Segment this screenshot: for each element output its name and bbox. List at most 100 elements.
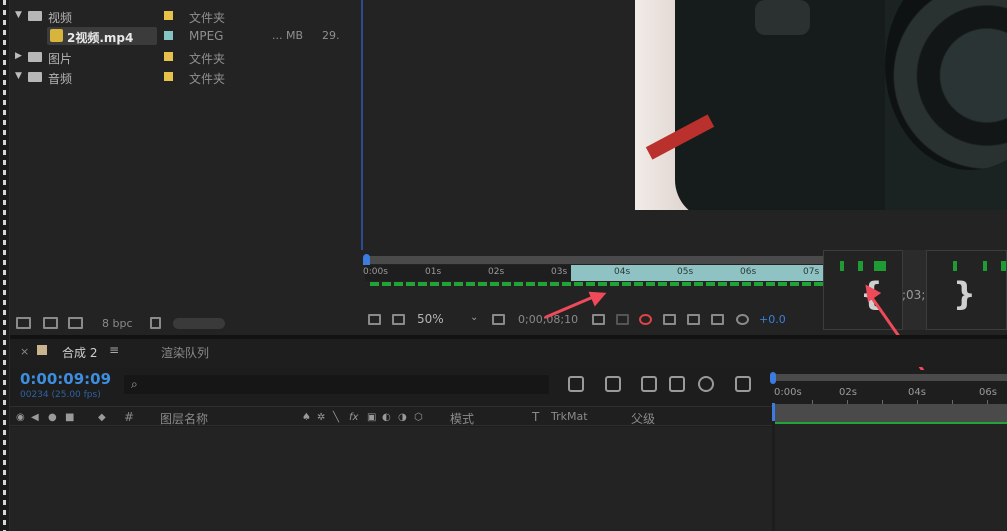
project-item-video-file[interactable]: 2视频.mp4 MPEG ... MB 29. [10, 26, 340, 46]
effects-fx-icon[interactable]: fx [349, 412, 358, 423]
always-preview-icon[interactable] [368, 314, 381, 325]
ruler-tick: 01s [425, 267, 442, 277]
magnification-dropdown[interactable]: 50% [417, 312, 444, 326]
bit-depth-button[interactable]: 8 bpc [102, 317, 133, 330]
current-time-display[interactable]: 0:00:09:09 [20, 370, 111, 388]
item-type: 文件夹 [189, 52, 226, 66]
search-icon: ⌕ [131, 377, 138, 391]
item-type: 文件夹 [189, 11, 226, 25]
folder-icon [28, 52, 42, 62]
column-mode[interactable]: 模式 [450, 410, 474, 427]
quality-switch-icon[interactable]: ╲ [333, 412, 339, 423]
viewer-frame-edge [361, 0, 363, 250]
item-type: 文件夹 [189, 72, 226, 86]
project-item-videos-folder[interactable]: ▼ 视频 文件夹 [10, 6, 340, 26]
collapse-switch-icon[interactable]: ✲ [317, 412, 325, 423]
expand-triangle-icon[interactable]: ▼ [15, 71, 22, 81]
shy-layers-icon[interactable] [641, 376, 657, 392]
cache-mark [983, 261, 987, 271]
ram-preview-cache-bar [370, 282, 827, 286]
graph-editor-icon[interactable] [735, 376, 751, 392]
column-parent[interactable]: 父级 [631, 410, 655, 427]
exposure-value[interactable]: +0.0 [759, 313, 786, 326]
timeline-navigator[interactable] [772, 374, 1007, 381]
toggle-transparency-grid-icon[interactable] [663, 314, 676, 325]
item-name: 视频 [48, 11, 73, 25]
ruler-tick: 02s [488, 267, 505, 277]
expand-triangle-icon[interactable]: ▼ [15, 10, 22, 20]
collapsed-triangle-icon[interactable]: ▶ [15, 51, 22, 61]
3d-view-icon[interactable] [711, 314, 724, 325]
layer-search-input[interactable]: ⌕ [124, 375, 549, 394]
snapshot-camera-icon[interactable] [592, 314, 605, 325]
show-snapshot-icon[interactable] [616, 314, 629, 325]
lock-icon[interactable]: ■ [65, 412, 74, 423]
adjustment-layer-icon[interactable]: ◑ [398, 412, 407, 423]
item-name: 图片 [48, 52, 73, 66]
layer-column-header: ◉ ◀ ● ■ ◆ # 图层名称 ♠ ✲ ╲ fx ▣ ◐ ◑ ⬡ 模式 T T… [10, 406, 772, 426]
dashed-border [3, 0, 6, 531]
time-navigator-start-handle[interactable] [363, 254, 370, 265]
comp-label-swatch [37, 345, 47, 355]
panel-menu-icon[interactable]: ≡ [109, 343, 119, 357]
toggle-mask-visibility-icon[interactable] [687, 314, 700, 325]
folder-icon [28, 72, 42, 82]
label-color-swatch[interactable] [164, 11, 173, 20]
eye-icon[interactable]: ◉ [16, 412, 25, 423]
3d-layer-icon[interactable]: ⬡ [414, 412, 423, 423]
viewer-time-navigator[interactable] [365, 256, 827, 264]
column-trkmat[interactable]: TrkMat [551, 410, 588, 423]
frame-blending-icon[interactable] [669, 376, 685, 392]
item-name: 音频 [48, 72, 73, 86]
new-folder-icon[interactable] [43, 317, 58, 329]
motion-blur-icon[interactable] [698, 376, 714, 392]
zoom-callout-right: } [926, 250, 1007, 330]
solo-icon[interactable]: ● [48, 412, 57, 423]
item-size: ... MB [272, 29, 304, 42]
monitor-icon[interactable] [392, 314, 405, 325]
column-number: # [124, 410, 135, 424]
label-color-swatch[interactable] [164, 52, 173, 61]
item-name: 2视频.mp4 [67, 31, 134, 45]
current-time-indicator[interactable] [772, 403, 775, 421]
audio-icon[interactable]: ◀ [31, 412, 39, 423]
motion-blur-switch-icon[interactable]: ◐ [382, 412, 391, 423]
timeline-tick: 02s [839, 387, 857, 398]
item-duration: 29. [322, 29, 340, 42]
folder-icon [28, 11, 42, 21]
chevron-down-icon[interactable]: ⌄ [470, 312, 478, 323]
comp-flowchart-icon[interactable] [568, 376, 584, 392]
column-layer-name[interactable]: 图层名称 [160, 410, 208, 427]
region-of-interest-icon[interactable] [492, 314, 505, 325]
close-icon[interactable]: × [20, 345, 29, 358]
cache-mark [1001, 261, 1006, 271]
new-composition-icon[interactable] [68, 317, 83, 329]
video-file-icon [50, 29, 63, 42]
label-color-swatch[interactable] [164, 72, 173, 81]
work-area-bar[interactable] [571, 265, 827, 281]
out-point-marker-icon[interactable]: } [953, 275, 976, 313]
ruler-tick: 06s [740, 267, 757, 277]
timeline-tick: 04s [908, 387, 926, 398]
draft-3d-icon[interactable] [605, 376, 621, 392]
project-item-images-folder[interactable]: ▶ 图片 文件夹 [10, 47, 340, 67]
interpret-footage-icon[interactable] [16, 317, 31, 329]
color-channels-icon[interactable] [639, 314, 652, 325]
label-tag-icon[interactable]: ◆ [98, 412, 106, 423]
timeline-tab-bar: × 合成 2 ≡ 渲染队列 [10, 339, 1007, 367]
label-color-swatch[interactable] [164, 31, 173, 40]
tab-composition[interactable]: 合成 2 [62, 344, 97, 361]
thumbnail-slider[interactable] [173, 318, 225, 329]
shy-switch-icon[interactable]: ♠ [302, 412, 311, 423]
timeline-navigator-handle[interactable] [770, 372, 776, 384]
cache-mark [840, 261, 844, 271]
work-area-track[interactable] [775, 404, 1007, 422]
frame-rate-display: 00234 (25.00 fps) [20, 390, 101, 400]
tab-render-queue[interactable]: 渲染队列 [161, 344, 209, 361]
reset-exposure-icon[interactable] [736, 314, 749, 325]
project-panel: ▼ 视频 文件夹 2视频.mp4 MPEG ... MB 29. ▶ 图片 文件… [10, 0, 340, 335]
frame-blend-switch-icon[interactable]: ▣ [367, 412, 376, 423]
project-item-audio-folder[interactable]: ▼ 音频 文件夹 [10, 67, 340, 87]
cache-mark [874, 261, 886, 271]
trash-icon[interactable] [150, 317, 161, 329]
